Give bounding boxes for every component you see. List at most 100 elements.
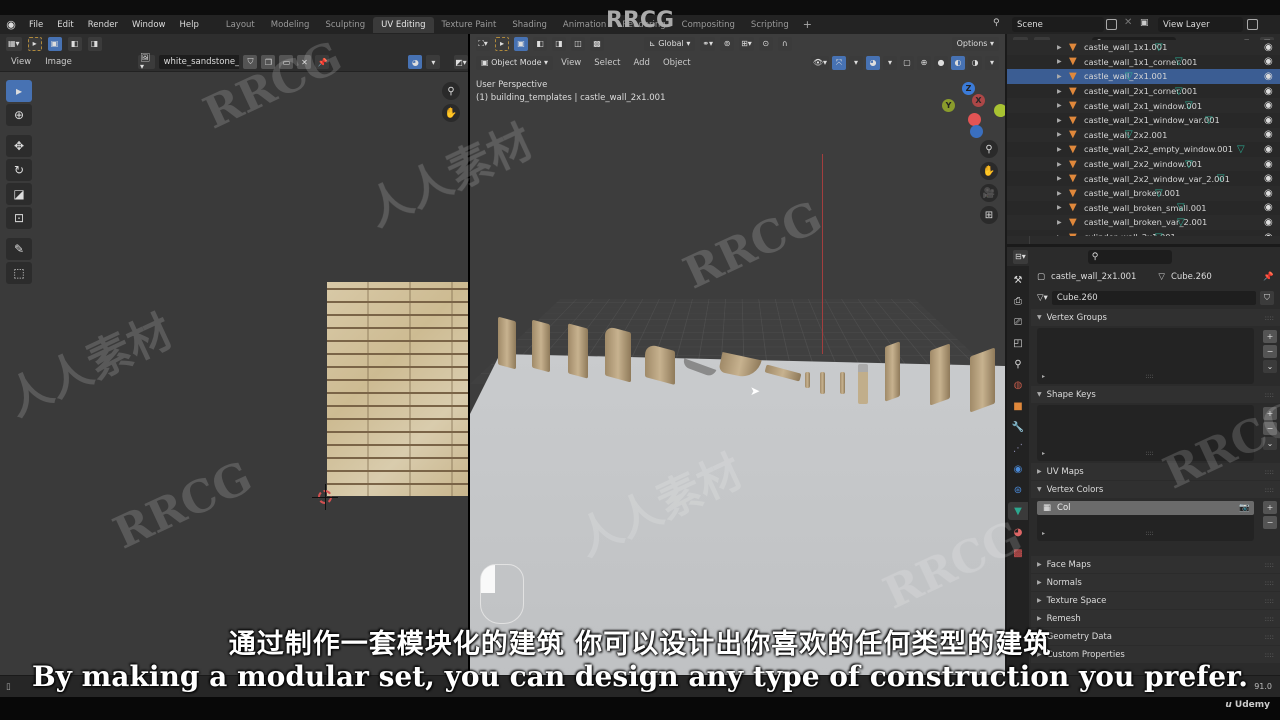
- tab-scripting[interactable]: Scripting: [743, 17, 797, 33]
- active-render-icon[interactable]: 📷: [1239, 503, 1250, 513]
- visibility-eye-icon[interactable]: ◉: [1264, 100, 1273, 111]
- visibility-eye-icon[interactable]: ◉: [1264, 86, 1273, 97]
- scene-selector[interactable]: Scene: [1012, 17, 1104, 32]
- remove-shape-key-button[interactable]: −: [1263, 422, 1277, 435]
- vp-menu-object[interactable]: Object: [658, 58, 696, 68]
- options-dropdown[interactable]: Options ▾: [951, 36, 999, 51]
- overlay-icon[interactable]: ◕: [866, 55, 880, 70]
- outliner-item[interactable]: ▶ ▼ castle_wall_2x2.001 ▽ ◉: [1007, 127, 1280, 143]
- wireframe-shading-icon[interactable]: ⊕: [917, 55, 931, 70]
- blender-logo-icon[interactable]: ◉: [0, 18, 22, 31]
- overlay-dropdown-icon[interactable]: ▾: [426, 55, 441, 69]
- menu-file[interactable]: File: [22, 20, 50, 30]
- pan-view-icon[interactable]: ✋: [980, 162, 998, 180]
- gizmo-neg-z[interactable]: [970, 125, 983, 138]
- physics-tab-icon[interactable]: ◉: [1010, 460, 1026, 478]
- add-vertex-color-button[interactable]: +: [1263, 501, 1277, 514]
- cursor-icon[interactable]: ⊕: [6, 104, 32, 126]
- outliner-item[interactable]: ▶ ▼ castle_wall_2x1.001 ▽ ◉: [1007, 69, 1280, 84]
- expand-arrow-icon[interactable]: ▶: [1057, 117, 1062, 124]
- tab-sculpting[interactable]: Sculpting: [317, 17, 373, 33]
- expand-arrow-icon[interactable]: ▶: [1057, 102, 1062, 109]
- vertex-groups-list[interactable]: ▸::::: [1037, 328, 1254, 384]
- snap-target-icon[interactable]: ⊞▾: [739, 36, 754, 51]
- transform-orientation-dropdown[interactable]: ⊾ Global ▾: [644, 36, 696, 51]
- rendered-shading-icon[interactable]: ◑: [968, 55, 982, 70]
- move-icon[interactable]: ✥: [6, 135, 32, 157]
- outliner-item[interactable]: ▶ ▼ castle_wall_1x1.001 ▽ ◉: [1007, 40, 1280, 55]
- tab-modeling[interactable]: Modeling: [263, 17, 318, 33]
- outliner-item[interactable]: ▶ ▼ castle_wall_2x2_window_var_2.001 ▽ ◉: [1007, 171, 1280, 186]
- visibility-eye-icon[interactable]: ◉: [1264, 42, 1273, 53]
- falloff-icon[interactable]: ∩: [777, 36, 792, 51]
- output-tab-icon[interactable]: ⎚: [1010, 313, 1026, 331]
- modifiers-tab-icon[interactable]: 🔧: [1010, 418, 1026, 436]
- select-new-icon[interactable]: ▣: [514, 36, 528, 51]
- zoom-view-icon[interactable]: ⚲: [442, 82, 460, 100]
- outliner-item[interactable]: ▶ ▼ castle_wall_broken.001 ▽ ◉: [1007, 185, 1280, 201]
- mesh-data-icon[interactable]: ▽: [1177, 217, 1185, 228]
- visibility-icon[interactable]: 👁▾: [810, 55, 829, 70]
- visibility-eye-icon[interactable]: ◉: [1264, 202, 1273, 213]
- vertex-group-specials-icon[interactable]: ⌄: [1263, 360, 1277, 373]
- scene-tab-icon[interactable]: ⚲: [1010, 355, 1026, 373]
- shape-keys-list[interactable]: ▸::::: [1037, 405, 1254, 461]
- outliner-item[interactable]: ▶▼cylinder_wall_2x1.001▽◉: [1007, 229, 1280, 236]
- fake-user-icon[interactable]: ⛉: [1260, 290, 1274, 305]
- wall-piece[interactable]: [840, 372, 845, 394]
- visibility-eye-icon[interactable]: ◉: [1264, 159, 1273, 170]
- outliner-item[interactable]: ▶ ▼ castle_wall_2x2_window.001 ▽ ◉: [1007, 156, 1280, 172]
- render-tab-icon[interactable]: ⎙: [1010, 292, 1026, 310]
- visibility-eye-icon[interactable]: ◉: [1264, 56, 1273, 67]
- scale-icon[interactable]: ◪: [6, 183, 32, 205]
- overlay-dropdown-icon[interactable]: ▾: [883, 55, 897, 70]
- display-channels-icon[interactable]: ◩▾: [453, 55, 468, 69]
- 2d-cursor[interactable]: [312, 484, 338, 510]
- mesh-data-icon[interactable]: ▽: [1185, 159, 1193, 170]
- panel-normals[interactable]: ▶ Normals::::: [1031, 574, 1280, 591]
- mesh-data-icon[interactable]: ▽: [1237, 144, 1245, 155]
- particles-tab-icon[interactable]: ⋰: [1010, 439, 1026, 457]
- material-tab-icon[interactable]: ◕: [1010, 523, 1026, 541]
- image-name-field[interactable]: white_sandstone_b...: [158, 55, 240, 69]
- mode-dropdown[interactable]: ▣ Object Mode ▾: [476, 55, 554, 70]
- wall-piece[interactable]: [568, 323, 588, 379]
- vp-menu-select[interactable]: Select: [589, 58, 625, 68]
- expand-arrow-icon[interactable]: ▶: [1057, 190, 1062, 197]
- panel-uv-maps[interactable]: ▶ UV Maps::::: [1031, 463, 1280, 480]
- outliner-item[interactable]: ▶ ▼ castle_wall_2x1_window.001 ▽ ◉: [1007, 98, 1280, 113]
- mesh-name-field[interactable]: Cube.260: [1051, 290, 1256, 305]
- wall-piece[interactable]: [532, 319, 550, 373]
- wall-piece[interactable]: [805, 372, 810, 388]
- menu-edit[interactable]: Edit: [50, 20, 80, 30]
- select-new-icon[interactable]: ▣: [47, 36, 62, 51]
- pin-icon[interactable]: 📌: [1263, 272, 1274, 282]
- delete-scene-icon[interactable]: ✕: [1124, 17, 1132, 28]
- fake-user-icon[interactable]: ⛉: [243, 55, 258, 69]
- gizmo-neg-y[interactable]: [994, 104, 1005, 117]
- view-layer-tab-icon[interactable]: ◰: [1010, 334, 1026, 352]
- visibility-eye-icon[interactable]: ◉: [1264, 115, 1273, 126]
- mesh-data-icon[interactable]: ▽: [1177, 202, 1185, 213]
- outliner-item[interactable]: ▶ ▼ castle_wall_2x2_empty_window.001 ▽ ◉: [1007, 142, 1280, 157]
- outliner-item[interactable]: ▶ ▼ castle_wall_broken_small.001 ▽ ◉: [1007, 200, 1280, 216]
- mesh-data-icon[interactable]: ▽: [1175, 86, 1183, 97]
- wall-piece[interactable]: [605, 325, 631, 383]
- visibility-eye-icon[interactable]: ◉: [1264, 129, 1273, 140]
- mesh-data-icon[interactable]: ▽: [1155, 232, 1163, 236]
- xray-icon[interactable]: ▢: [900, 55, 914, 70]
- uv-menu-image[interactable]: Image: [40, 57, 77, 67]
- mesh-data-icon[interactable]: ▽: [1155, 188, 1163, 199]
- menu-help[interactable]: Help: [172, 20, 205, 30]
- mesh-data-icon[interactable]: ▽: [1175, 56, 1183, 67]
- visibility-eye-icon[interactable]: ◉: [1264, 217, 1273, 228]
- vp-menu-add[interactable]: Add: [628, 58, 654, 68]
- snap-icon[interactable]: ⊚: [720, 36, 735, 51]
- visibility-eye-icon[interactable]: ◉: [1264, 71, 1273, 82]
- menu-render[interactable]: Render: [81, 20, 125, 30]
- select-box-icon[interactable]: ▸: [6, 80, 32, 102]
- material-shading-icon[interactable]: ◐: [951, 55, 965, 70]
- select-extend-icon[interactable]: ◧: [67, 36, 82, 51]
- panel-texture-space[interactable]: ▶ Texture Space::::: [1031, 592, 1280, 609]
- gizmo-z-axis[interactable]: Z: [962, 82, 975, 95]
